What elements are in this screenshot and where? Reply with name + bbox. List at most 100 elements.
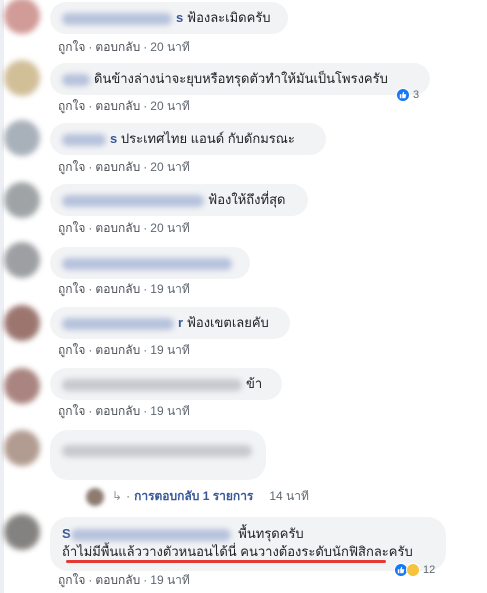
comment-text: ฟ้องละเมิดครับ — [186, 10, 271, 25]
commenter-name[interactable] — [62, 378, 242, 391]
comment-actions: ถูกใจ · ตอบกลับ · 19 นาที — [58, 280, 190, 299]
commenter-name-tail[interactable]: s — [176, 10, 183, 25]
commenter-name[interactable] — [62, 194, 204, 207]
comment-text: ดินข้างล่างน่าจะยุบหรือทรุดตัวทำให้มันเป… — [94, 71, 388, 86]
commenter-name[interactable] — [62, 133, 106, 146]
red-highlight-underline — [66, 560, 386, 563]
separator-dot: · — [143, 343, 148, 357]
commenter-name[interactable] — [70, 528, 231, 541]
separator-dot: · — [88, 40, 93, 54]
avatar[interactable] — [4, 120, 40, 156]
reaction-count: 3 — [413, 89, 420, 101]
separator-dot: · — [143, 221, 148, 235]
separator-dot: · — [143, 573, 148, 587]
like-link[interactable]: ถูกใจ — [58, 40, 85, 54]
like-link[interactable]: ถูกใจ — [58, 404, 85, 418]
reply-arrow-icon: ↳ — [112, 489, 123, 503]
comment-text-line1: พื้นทรุดครับ — [238, 526, 304, 541]
separator-dot: · — [88, 573, 93, 587]
comment-text: ประเทศไทย แอนด์ กับดักมรณะ — [120, 131, 295, 146]
avatar[interactable] — [4, 182, 40, 218]
comment-bubble — [50, 247, 250, 279]
comment-bubble: ข้า — [50, 368, 282, 400]
timestamp[interactable]: 19 นาที — [150, 343, 190, 357]
reply-link[interactable]: ตอบกลับ — [95, 160, 140, 174]
timestamp[interactable]: 20 นาที — [150, 221, 190, 235]
reaction-summary[interactable]: 12 — [394, 563, 435, 577]
comment-actions: ถูกใจ · ตอบกลับ · 20 นาที — [58, 158, 190, 177]
reply-link[interactable]: ตอบกลับ — [95, 221, 140, 235]
blurred-comment-content — [62, 444, 252, 457]
avatar[interactable] — [4, 0, 40, 34]
comment-bubble: r ฟ้องเขตเลยคับ — [50, 307, 290, 339]
view-replies-link[interactable]: การตอบกลับ 1 รายการ — [134, 489, 253, 503]
separator-dot: · — [88, 221, 93, 235]
reply-avatar — [86, 487, 104, 506]
comment-actions: ถูกใจ · ตอบกลับ · 19 นาที — [58, 402, 190, 421]
commenter-name-tail[interactable]: r — [178, 315, 183, 330]
comment-first-line: S พื้นทรุดครับ — [62, 525, 434, 543]
reply-link[interactable]: ตอบกลับ — [95, 573, 140, 587]
avatar[interactable] — [4, 368, 40, 404]
avatar[interactable] — [4, 60, 40, 96]
comment-text: ฟ้องเขตเลยคับ — [186, 315, 269, 330]
timestamp[interactable]: 19 นาที — [150, 282, 190, 296]
comment-actions: ถูกใจ · ตอบกลับ · 20 นาที — [58, 219, 190, 238]
avatar[interactable] — [4, 514, 40, 550]
like-link[interactable]: ถูกใจ — [58, 221, 85, 235]
separator-dot: · — [88, 282, 93, 296]
reply-link[interactable]: ตอบกลับ — [95, 99, 140, 113]
comment-bubble: s ประเทศไทย แอนด์ กับดักมรณะ — [50, 123, 326, 155]
commenter-name[interactable] — [62, 317, 174, 330]
comment-actions: ถูกใจ · ตอบกลับ · 19 นาที — [58, 571, 190, 590]
commenter-name[interactable] — [62, 257, 232, 270]
commenter-name-tail[interactable]: s — [110, 131, 117, 146]
like-link[interactable]: ถูกใจ — [58, 282, 85, 296]
separator-dot: · — [88, 160, 93, 174]
comment-text: ฟ้องให้ถึงที่สุด — [208, 192, 286, 207]
comment-actions: ถูกใจ · ตอบกลับ · 20 นาที — [58, 97, 190, 116]
timestamp[interactable]: 20 นาที — [150, 99, 190, 113]
comment-text-line2: ถ้าไม่มีพื้นแล้ววางตัวหนอนได้นี่ คนวางต้… — [62, 544, 413, 559]
separator-dot: · — [88, 343, 93, 357]
separator-dot: · — [143, 99, 148, 113]
separator-dot: · — [143, 404, 148, 418]
comment-bubble — [50, 430, 266, 480]
avatar[interactable] — [4, 305, 40, 341]
timestamp[interactable]: 20 นาที — [150, 160, 190, 174]
comment-actions: ถูกใจ · ตอบกลับ · 19 นาที — [58, 341, 190, 360]
reply-link[interactable]: ตอบกลับ — [95, 343, 140, 357]
separator-dot: · — [143, 40, 148, 54]
like-link[interactable]: ถูกใจ — [58, 573, 85, 587]
reply-link[interactable]: ตอบกลับ — [95, 40, 140, 54]
reaction-summary[interactable]: 3 — [396, 88, 419, 102]
comment-bubble: ฟ้องให้ถึงที่สุด — [50, 184, 308, 216]
like-reaction-icon — [396, 88, 410, 102]
reply-link[interactable]: ตอบกลับ — [95, 404, 140, 418]
timestamp[interactable]: 20 นาที — [150, 40, 190, 54]
reply-thread-time[interactable]: 14 นาที — [269, 489, 309, 503]
like-link[interactable]: ถูกใจ — [58, 343, 85, 357]
avatar[interactable] — [4, 430, 40, 466]
timestamp[interactable]: 19 นาที — [150, 404, 190, 418]
like-link[interactable]: ถูกใจ — [58, 99, 85, 113]
haha-reaction-icon — [406, 563, 420, 577]
separator-dot: · — [88, 404, 93, 418]
comment-bubble: ดินข้างล่างน่าจะยุบหรือทรุดตัวทำให้มันเป… — [50, 63, 430, 95]
comment-text: ข้า — [246, 376, 263, 391]
reply-link[interactable]: ตอบกลับ — [95, 282, 140, 296]
like-link[interactable]: ถูกใจ — [58, 160, 85, 174]
reply-thread-row: ↳ · การตอบกลับ 1 รายการ 14 นาที — [86, 487, 309, 506]
commenter-name[interactable] — [62, 73, 90, 86]
commenter-name[interactable] — [62, 12, 172, 25]
commenter-name-head[interactable]: S — [62, 526, 71, 541]
timestamp[interactable]: 19 นาที — [150, 573, 190, 587]
reaction-count: 12 — [423, 564, 436, 576]
comment-bubble: s ฟ้องละเมิดครับ — [50, 2, 288, 34]
separator-dot: · — [143, 160, 148, 174]
separator-dot: · — [143, 282, 148, 296]
left-edge-strip — [0, 0, 4, 593]
avatar[interactable] — [4, 242, 40, 278]
separator-dot: · — [126, 489, 131, 503]
comment-actions: ถูกใจ · ตอบกลับ · 20 นาที — [58, 38, 190, 57]
